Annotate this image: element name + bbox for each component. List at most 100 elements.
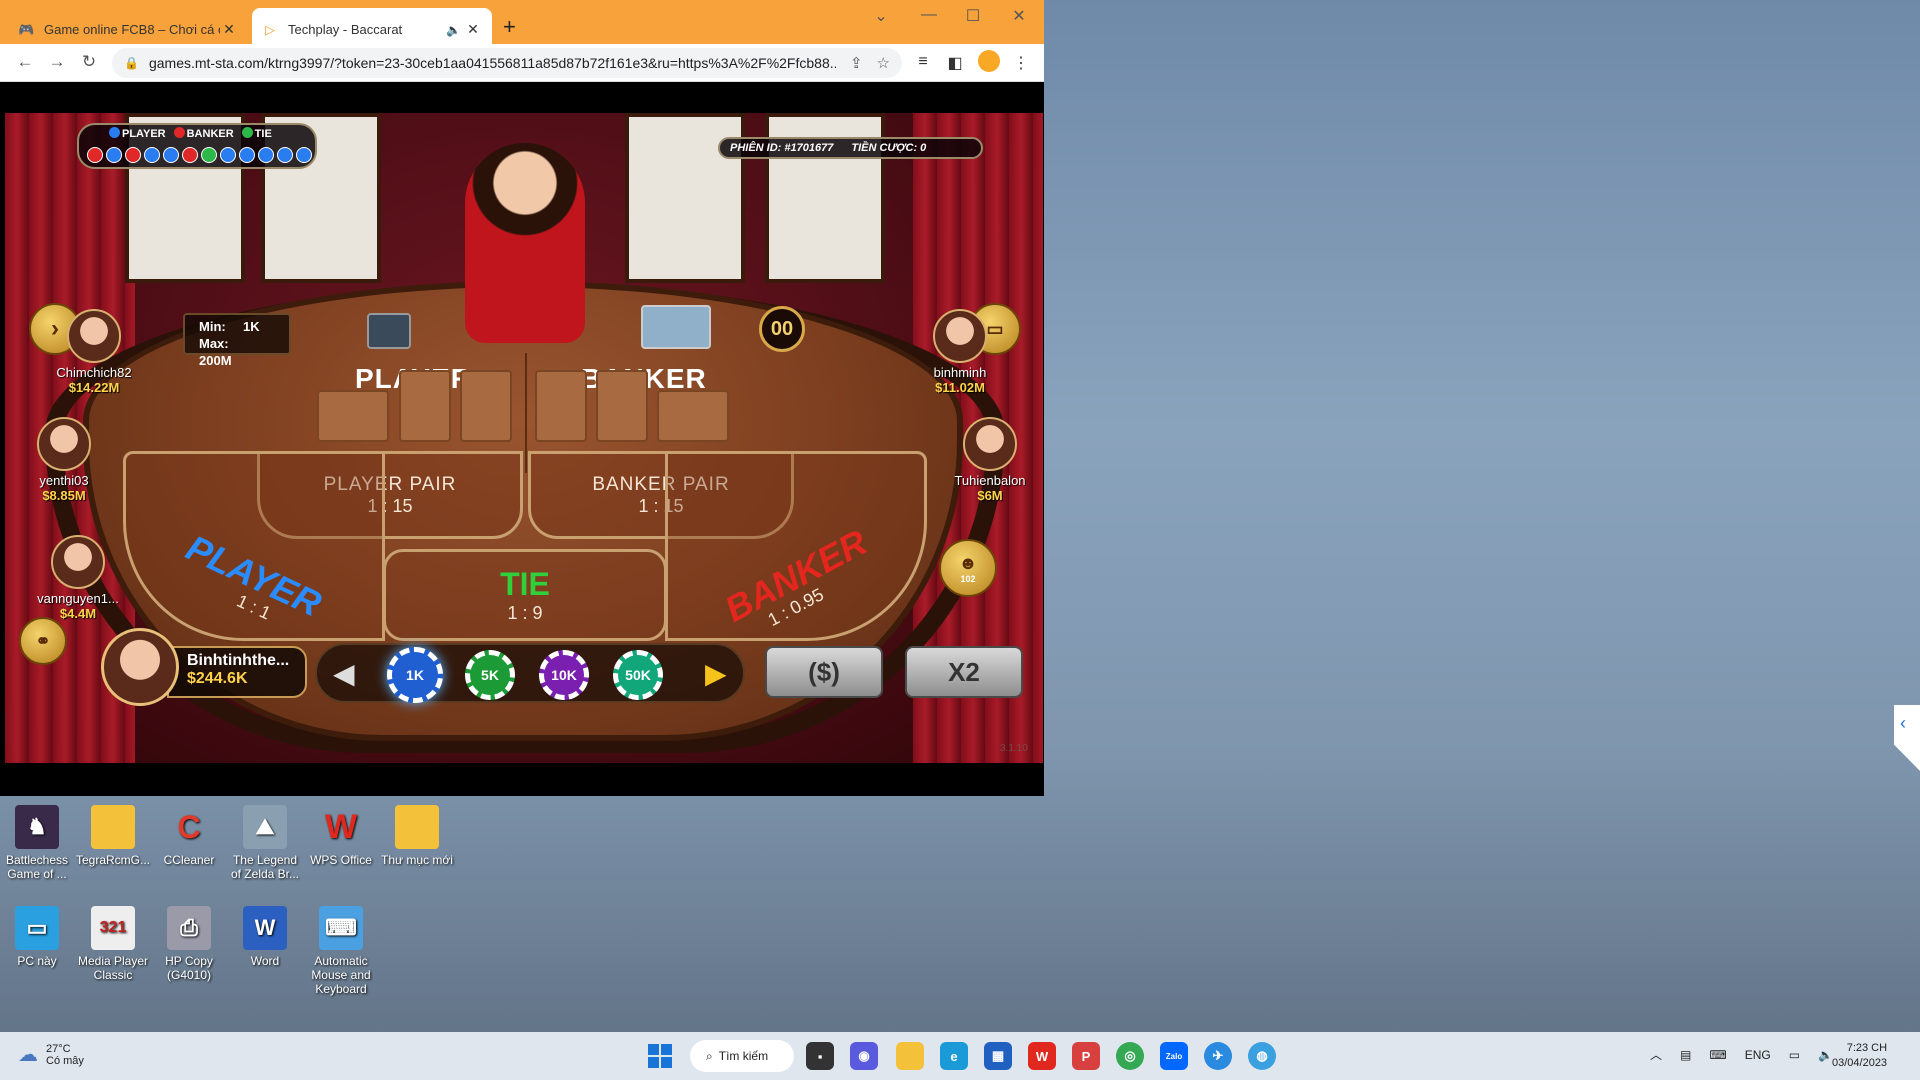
chip-5k[interactable]: 5K bbox=[465, 650, 515, 700]
desktop-icon-tegrarcm[interactable]: TegraRcmG... bbox=[76, 805, 150, 867]
bookmark-star-icon[interactable]: ☆ bbox=[877, 54, 890, 72]
start-button[interactable] bbox=[648, 1044, 672, 1068]
notes-icon[interactable]: ▤ bbox=[1680, 1048, 1691, 1062]
edge-icon[interactable]: e bbox=[940, 1042, 968, 1070]
maximize-button[interactable]: ☐ bbox=[958, 6, 988, 26]
desktop-icon-zelda[interactable]: ⛰ The Legend of Zelda Br... bbox=[228, 805, 302, 881]
play-favicon-icon: ▷ bbox=[265, 21, 275, 37]
chrome-icon[interactable]: ◎ bbox=[1116, 1042, 1144, 1070]
browser-toolbar: ← → ↻ 🔒 games.mt-sta.com/ktrng3997/?toke… bbox=[0, 44, 1044, 82]
bead-road bbox=[87, 147, 312, 163]
close-tab-icon[interactable]: ✕ bbox=[220, 21, 238, 38]
tie-bet-zone[interactable]: TIE 1 : 9 bbox=[383, 549, 667, 641]
close-tab-icon[interactable]: ✕ bbox=[464, 21, 482, 38]
printer-icon: ⎙ bbox=[167, 906, 211, 950]
seat-player[interactable]: binhminh $11.02M bbox=[905, 309, 1015, 395]
users-icon: ☻ bbox=[958, 552, 978, 573]
min-limit: 1K bbox=[243, 319, 260, 334]
player-card-slot bbox=[460, 370, 512, 442]
desktop-icon-auto-mouse[interactable]: ⌨ Automatic Mouse and Keyboard bbox=[304, 906, 378, 996]
address-bar[interactable]: 🔒 games.mt-sta.com/ktrng3997/?token=23-3… bbox=[112, 48, 902, 78]
history-bead bbox=[220, 147, 236, 163]
task-view-icon[interactable]: ▪ bbox=[806, 1042, 834, 1070]
chip-50k[interactable]: 50K bbox=[613, 650, 663, 700]
clock-date: 03/04/2023 bbox=[1832, 1057, 1888, 1069]
side-panel-icon[interactable]: ◧ bbox=[944, 53, 966, 73]
keyboard-tray-icon[interactable]: ⌨ bbox=[1709, 1048, 1726, 1062]
network-icon[interactable]: ▭ bbox=[1789, 1048, 1800, 1062]
language-indicator[interactable]: ENG bbox=[1745, 1048, 1771, 1062]
clock-time: 7:23 CH bbox=[1846, 1042, 1888, 1054]
weather-temp: 27°C bbox=[46, 1042, 71, 1055]
profile-avatar-icon[interactable] bbox=[978, 50, 1000, 72]
history-legend: PLAYER BANKER TIE bbox=[109, 127, 272, 140]
seat-player[interactable]: vannguyen1... $4.4M bbox=[23, 535, 133, 621]
clock[interactable]: 7:23 CH 03/04/2023 bbox=[1832, 1041, 1887, 1071]
legend-tie: TIE bbox=[241, 127, 272, 140]
media-player-icon: 321 bbox=[91, 906, 135, 950]
volume-icon[interactable]: 🔈 bbox=[1818, 1048, 1833, 1062]
desktop-icon-this-pc[interactable]: ▭ PC này bbox=[0, 906, 74, 968]
weather-widget[interactable]: ☁ 27°C Có mây bbox=[18, 1042, 84, 1067]
wps-office-icon: W bbox=[324, 808, 358, 846]
chat-app-icon[interactable]: ◉ bbox=[850, 1042, 878, 1070]
desktop-icon-wps[interactable]: W WPS Office bbox=[304, 805, 378, 867]
history-bead bbox=[258, 147, 274, 163]
dealer bbox=[465, 143, 585, 343]
back-icon[interactable]: ← bbox=[14, 52, 36, 72]
media-control-icon[interactable]: ≡ bbox=[912, 53, 934, 71]
zalo-icon[interactable]: Zalo bbox=[1160, 1042, 1188, 1070]
pdf-icon[interactable]: P bbox=[1072, 1042, 1100, 1070]
history-bead bbox=[277, 147, 293, 163]
legend-player: PLAYER bbox=[109, 127, 166, 140]
messenger-icon[interactable]: ✈ bbox=[1204, 1042, 1232, 1070]
keyboard-icon: ⌨ bbox=[319, 906, 363, 950]
seat-player[interactable]: yenthi03 $8.85M bbox=[9, 417, 119, 503]
my-balance: $244.6K bbox=[187, 670, 248, 687]
tab-title: Techplay - Baccarat bbox=[288, 22, 403, 37]
chip-next-button[interactable]: ▶ bbox=[705, 657, 727, 690]
chip-10k[interactable]: 10K bbox=[539, 650, 589, 700]
share-icon[interactable]: ⇪ bbox=[850, 54, 863, 72]
forward-icon[interactable]: → bbox=[46, 52, 68, 72]
folder-icon bbox=[395, 805, 439, 849]
chip-prev-button[interactable]: ◀ bbox=[333, 657, 355, 690]
bet-limits: Min: 1K Max:200M bbox=[183, 313, 291, 368]
minimize-button[interactable]: — bbox=[914, 6, 944, 24]
my-avatar[interactable] bbox=[101, 628, 179, 706]
banker-card-slot bbox=[596, 370, 648, 442]
system-tray: ︿ ▤ ⌨ ENG ▭ 🔈 bbox=[1650, 1046, 1833, 1063]
seat-player[interactable]: Tuhienbalon $6M bbox=[935, 417, 1043, 503]
desktop-icon-word[interactable]: W Word bbox=[228, 906, 302, 968]
close-window-button[interactable]: ✕ bbox=[1004, 6, 1034, 26]
share-nodes-icon: ⚭ bbox=[35, 630, 51, 651]
online-players-button[interactable]: ☻ 102 bbox=[939, 539, 997, 597]
browser-app-icon[interactable]: ◍ bbox=[1248, 1042, 1276, 1070]
avatar bbox=[933, 309, 987, 363]
speaker-icon[interactable]: 🔈 bbox=[446, 23, 464, 37]
zelda-icon: ⛰ bbox=[243, 805, 287, 849]
desktop-icon-battlechess[interactable]: ♞ Battlechess Game of ... bbox=[0, 805, 74, 881]
lock-icon: 🔒 bbox=[124, 56, 139, 70]
desktop-icon-hp-copy[interactable]: ⎙ HP Copy (G4010) bbox=[152, 906, 226, 982]
tab-search-icon[interactable]: ⌄ bbox=[866, 6, 896, 26]
share-button[interactable]: ⚭ bbox=[19, 617, 67, 665]
chevron-up-icon[interactable]: ︿ bbox=[1650, 1046, 1662, 1063]
double-bet-button[interactable]: X2 bbox=[905, 646, 1023, 698]
online-count: 102 bbox=[960, 573, 976, 584]
reload-icon[interactable]: ↻ bbox=[78, 52, 100, 72]
wps-taskbar-icon[interactable]: W bbox=[1028, 1042, 1056, 1070]
taskbar-search[interactable]: ⌕ Tìm kiếm bbox=[690, 1040, 794, 1072]
seat-player[interactable]: Chimchich82 $14.22M bbox=[39, 309, 149, 395]
chip-1k[interactable]: 1K bbox=[387, 647, 443, 703]
new-tab-button[interactable]: + bbox=[503, 14, 516, 40]
desktop-icon-ccleaner[interactable]: C CCleaner bbox=[152, 805, 226, 867]
desktop-icon-new-folder[interactable]: Thư mục mới bbox=[380, 805, 454, 867]
file-explorer-icon[interactable] bbox=[896, 1042, 924, 1070]
history-bead bbox=[296, 147, 312, 163]
menu-icon[interactable]: ⋮ bbox=[1010, 53, 1032, 73]
rebet-button[interactable]: ($) bbox=[765, 646, 883, 698]
side-panel-handle[interactable]: ‹ bbox=[1894, 705, 1920, 771]
desktop-icon-mpc[interactable]: 321 Media Player Classic bbox=[76, 906, 150, 982]
store-icon[interactable]: ▦ bbox=[984, 1042, 1012, 1070]
